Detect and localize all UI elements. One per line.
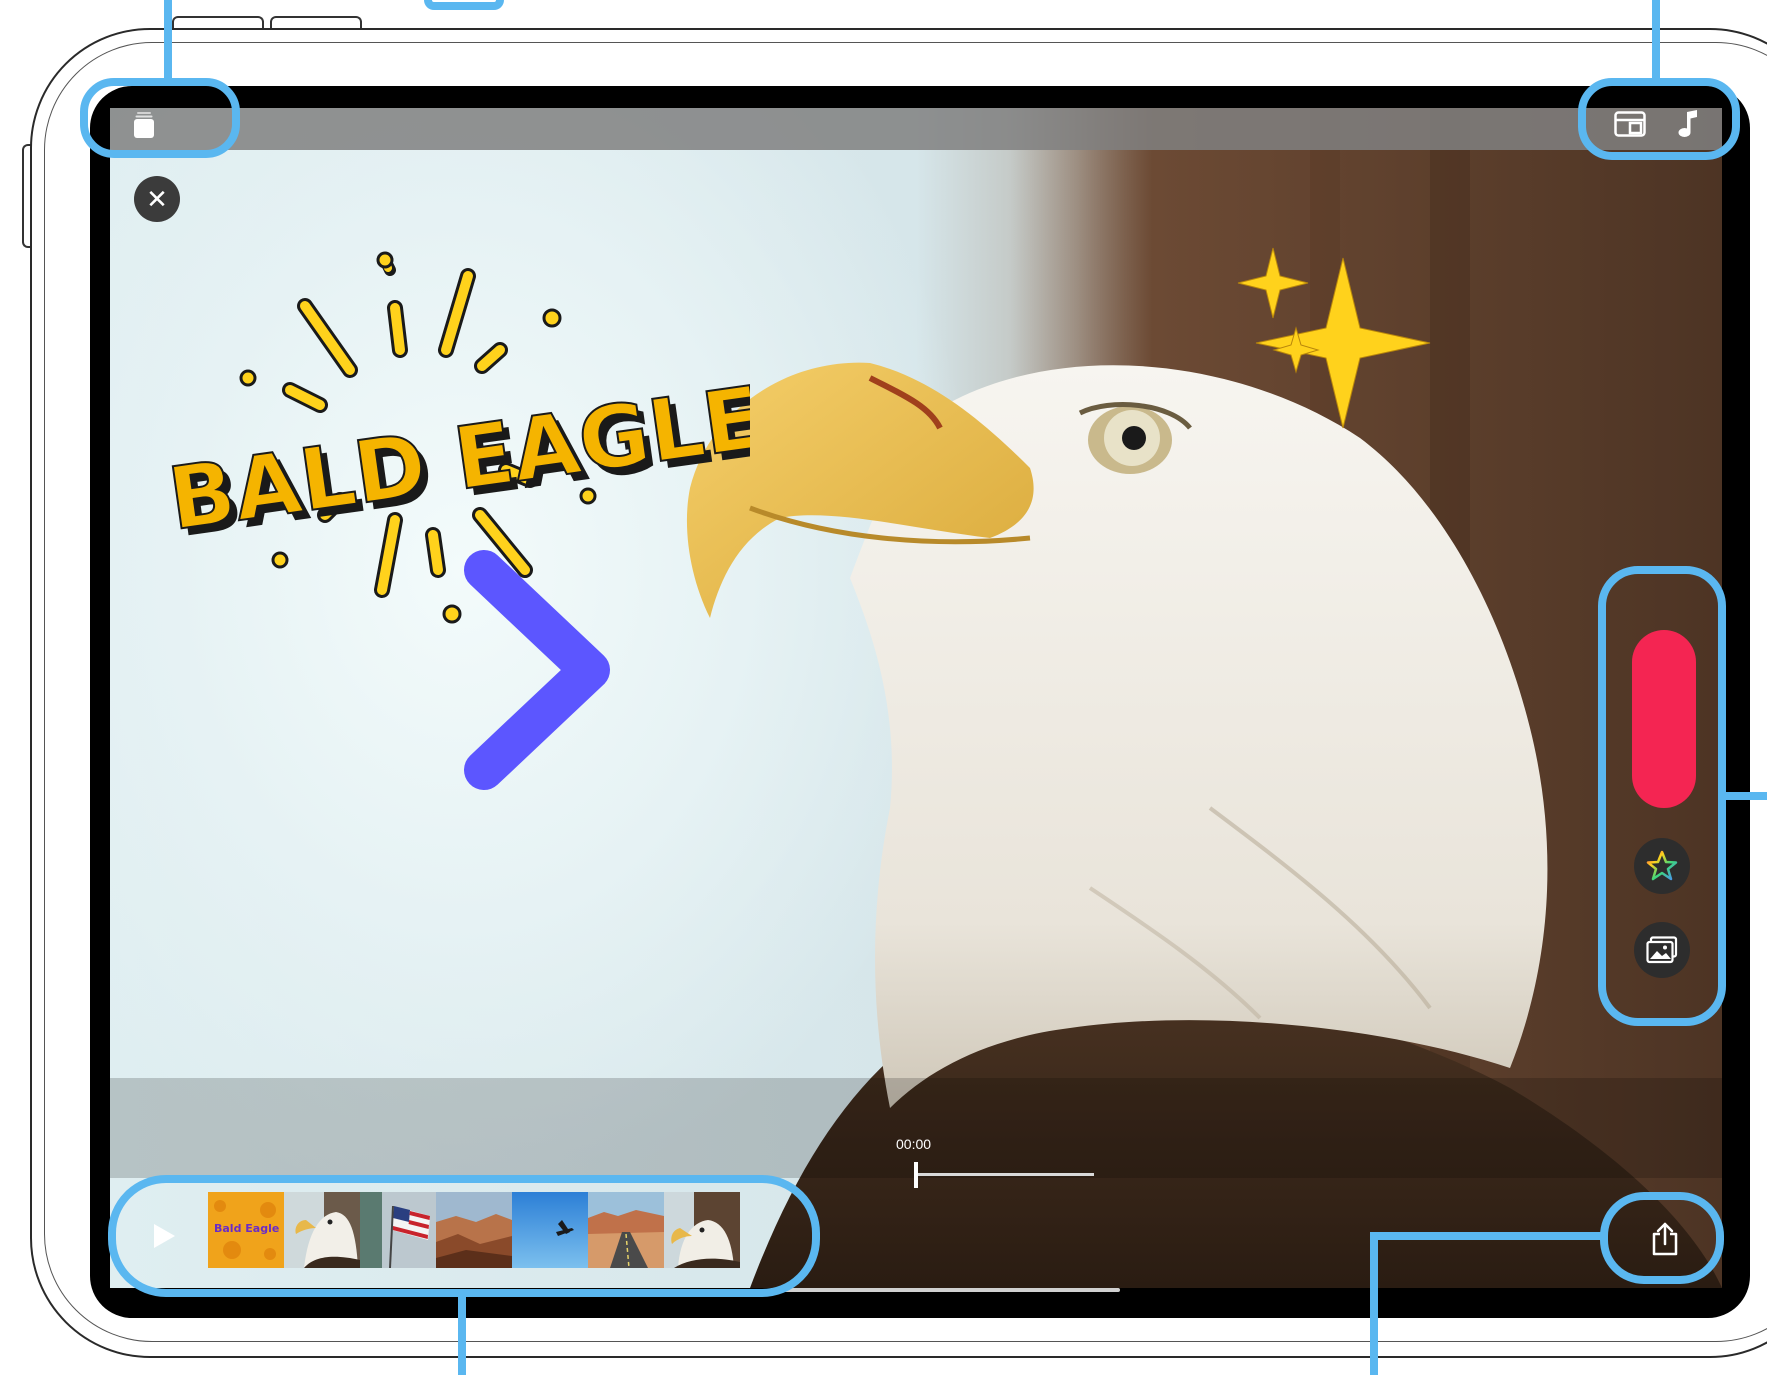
scrubber-track[interactable] xyxy=(916,1173,1094,1176)
title-sticker-text: BALD EAGLE xyxy=(163,368,750,550)
callout-top-tools xyxy=(1578,78,1740,160)
callout-leader-line xyxy=(1724,792,1767,800)
callout-leader-line xyxy=(458,1296,466,1375)
callout-leader-line xyxy=(1370,1232,1378,1375)
home-indicator xyxy=(770,1288,1120,1292)
callout-timeline xyxy=(108,1175,820,1297)
callout-leader-line xyxy=(1370,1232,1602,1240)
callout-share xyxy=(1600,1192,1724,1284)
callout-side-panel xyxy=(1598,566,1726,1026)
playhead[interactable] xyxy=(914,1162,918,1188)
close-icon: ✕ xyxy=(146,183,168,214)
timecode-label: 00:00 xyxy=(896,1136,932,1152)
top-toolbar xyxy=(110,108,1722,150)
callout-partial xyxy=(424,0,504,10)
callout-leader-line xyxy=(1652,0,1660,80)
callout-leader-line xyxy=(164,0,172,80)
callout-library xyxy=(80,78,240,158)
title-sticker[interactable]: BALD EAGLE BALD EAGLE xyxy=(150,230,776,650)
close-button[interactable]: ✕ xyxy=(134,176,180,222)
